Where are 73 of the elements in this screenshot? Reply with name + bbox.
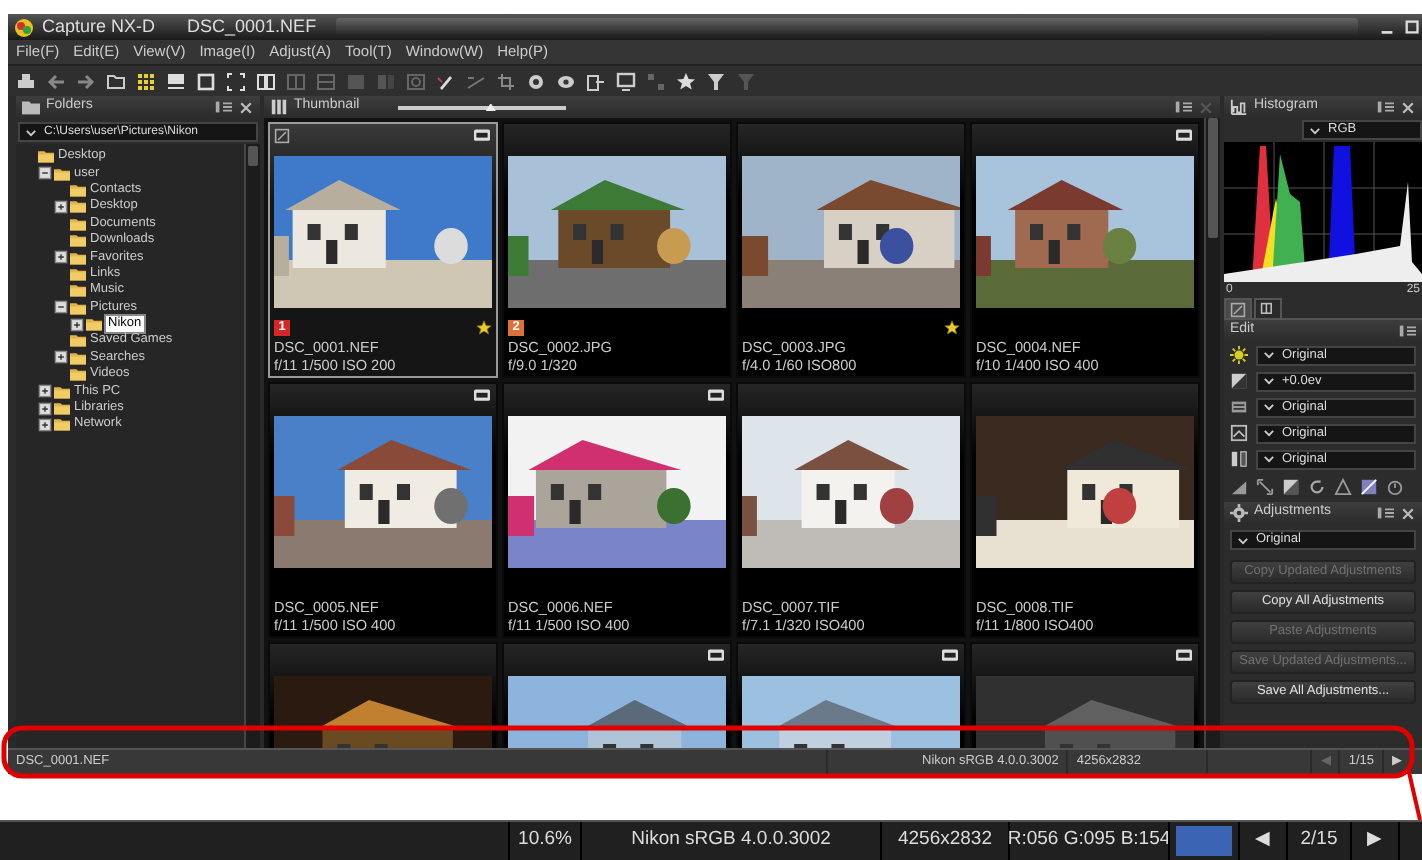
close-icon[interactable] — [1400, 99, 1416, 115]
zoom-level: 10.6% — [518, 826, 572, 855]
brush-icon[interactable] — [436, 71, 456, 91]
grid-view-icon[interactable] — [136, 71, 156, 91]
previous-button[interactable]: ◀ — [1255, 826, 1271, 856]
exposure-icon — [1230, 372, 1248, 390]
scrollbar[interactable] — [1204, 118, 1220, 748]
forward-arrow-icon[interactable] — [76, 71, 96, 91]
columns-icon — [1260, 301, 1276, 317]
scrollbar[interactable] — [244, 144, 260, 748]
page-counter: 2/15 — [1300, 826, 1338, 855]
export-icon[interactable] — [586, 71, 606, 91]
expand-icon[interactable] — [54, 199, 68, 214]
grid-view-icon — [270, 98, 288, 116]
perspective-icon[interactable] — [1334, 478, 1352, 496]
scrollbar-thumb[interactable] — [248, 146, 258, 166]
collapse-icon[interactable] — [54, 300, 68, 315]
gear-icon — [1230, 504, 1248, 522]
scrollbar-thumb[interactable] — [1208, 118, 1218, 238]
app-title: Capture NX-D — [42, 13, 156, 40]
app-logo-icon — [14, 17, 34, 37]
dock-icon[interactable] — [1174, 98, 1192, 116]
maximize-icon[interactable] — [1404, 18, 1422, 36]
chevron-down-icon — [1308, 123, 1322, 137]
filmstrip-icon[interactable] — [166, 71, 186, 91]
single-view-icon[interactable] — [196, 71, 216, 91]
histogram-icon — [1230, 98, 1248, 116]
folder-icon[interactable] — [106, 71, 126, 91]
level-icon[interactable] — [1230, 478, 1248, 496]
collapse-icon[interactable] — [38, 166, 52, 181]
chevron-down-icon — [24, 125, 38, 139]
straighten-icon[interactable] — [466, 71, 486, 91]
brightness-icon — [1230, 346, 1248, 364]
expand-icon[interactable] — [38, 417, 52, 432]
picture-control-icon — [1230, 424, 1248, 442]
panel-tab[interactable] — [1224, 298, 1252, 318]
next-button[interactable]: ▶ — [1367, 826, 1383, 856]
folder-icon — [22, 98, 40, 116]
tone-icon — [1230, 450, 1248, 468]
timer-icon[interactable] — [1386, 478, 1404, 496]
color-profile: Nikon sRGB 4.0.0.3002 — [631, 826, 831, 855]
exposure-icon[interactable] — [1282, 478, 1300, 496]
star-icon[interactable] — [676, 71, 696, 91]
resize-icon[interactable] — [1256, 478, 1274, 496]
expand-icon[interactable] — [38, 401, 52, 416]
pixel-values: R:056 G:095 B:154 — [1007, 826, 1171, 855]
close-icon[interactable] — [1400, 505, 1416, 521]
stripes-icon — [1230, 398, 1248, 416]
document-name: DSC_0001.NEF — [187, 13, 317, 40]
fullscreen-icon[interactable] — [226, 71, 246, 91]
dock-icon[interactable] — [1376, 504, 1394, 522]
compare-icon[interactable] — [256, 71, 276, 91]
chevron-down-icon — [1236, 533, 1250, 547]
print-icon[interactable] — [16, 71, 36, 91]
edit-icon — [1230, 301, 1246, 317]
dock-icon[interactable] — [214, 98, 232, 116]
dock-icon[interactable] — [1398, 322, 1416, 340]
eye-icon[interactable] — [556, 71, 576, 91]
crop-icon[interactable] — [496, 71, 516, 91]
slider-thumb[interactable] — [485, 103, 496, 111]
expand-icon[interactable] — [38, 384, 52, 399]
monitor-icon[interactable] — [616, 71, 636, 91]
expand-icon[interactable] — [54, 250, 68, 265]
rotate-icon[interactable] — [1308, 478, 1326, 496]
retouch-icon[interactable] — [526, 71, 546, 91]
close-icon[interactable] — [238, 99, 254, 115]
panel-tab[interactable] — [1254, 298, 1282, 318]
color-icon[interactable] — [1360, 478, 1378, 496]
expand-icon[interactable] — [70, 317, 84, 332]
expand-icon[interactable] — [54, 350, 68, 365]
back-arrow-icon[interactable] — [46, 71, 66, 91]
dock-icon[interactable] — [1376, 98, 1394, 116]
image-size: 4256x2832 — [897, 826, 993, 855]
